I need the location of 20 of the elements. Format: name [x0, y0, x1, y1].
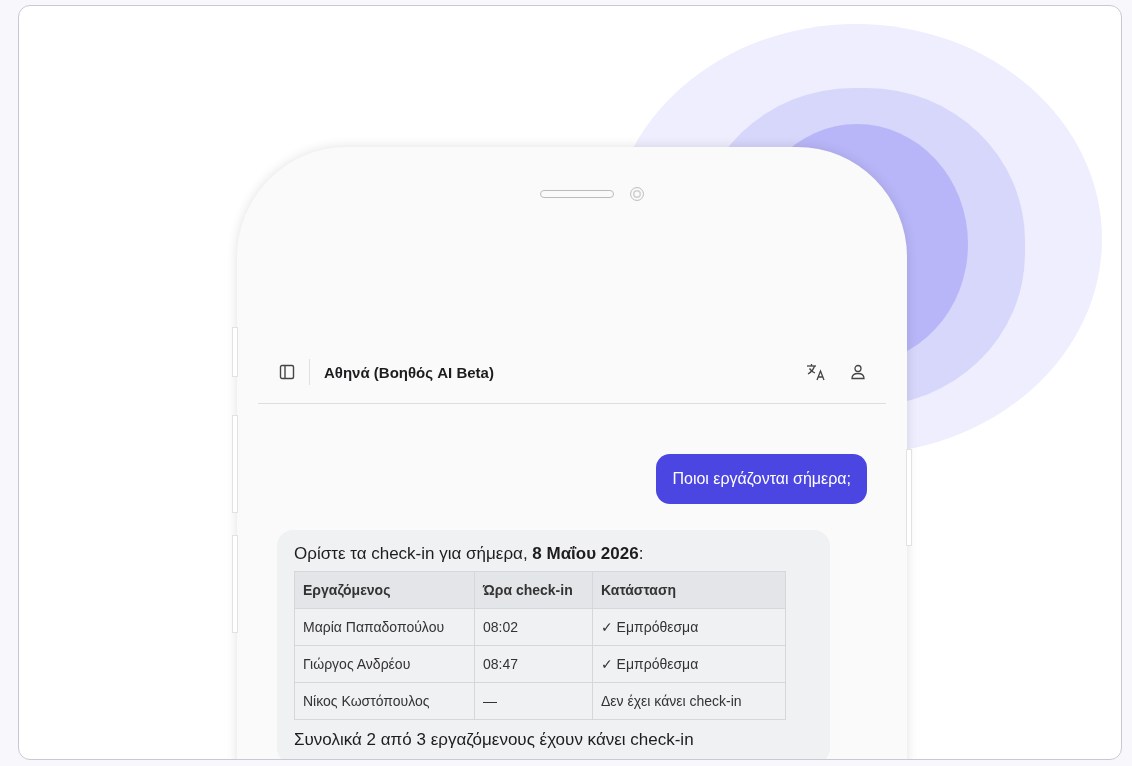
translate-icon[interactable]	[806, 363, 826, 381]
message-text: Συνολικά 2 από 3 εργαζόμενους έχουν κάνει check-in	[294, 730, 695, 750]
message-text: Ορίστε τα check-in για σήμερα, 8 Μαΐου 2026:	[294, 544, 645, 564]
user-message-bubble: Ποιοι εργάζονται σήμερα;	[656, 454, 867, 504]
column-header: Κατάσταση	[592, 571, 786, 609]
table-cell: Μαρία Παπαδοπούλου	[294, 608, 475, 646]
table-cell: ✓ Εμπρόθεσμα	[592, 645, 786, 683]
column-header: Εργαζόμενος	[294, 571, 475, 609]
table-cell: Γιώργος Ανδρέου	[294, 645, 475, 683]
user-icon[interactable]	[850, 364, 866, 380]
sidebar-toggle-icon[interactable]	[279, 364, 295, 380]
chat-title: Αθηνά (Βοηθός AI Beta)	[324, 363, 495, 381]
table-cell: ✓ Εμπρόθεσμα	[592, 608, 786, 646]
table-cell: —	[474, 682, 593, 720]
table-cell: Νίκος Κωστόπουλος	[294, 682, 475, 720]
table-cell: 08:47	[474, 645, 593, 683]
table-cell: 08:02	[474, 608, 593, 646]
phone-camera	[630, 187, 644, 201]
table-cell: Δεν έχει κάνει check-in	[592, 682, 786, 720]
column-header: Ώρα check-in	[474, 571, 593, 609]
